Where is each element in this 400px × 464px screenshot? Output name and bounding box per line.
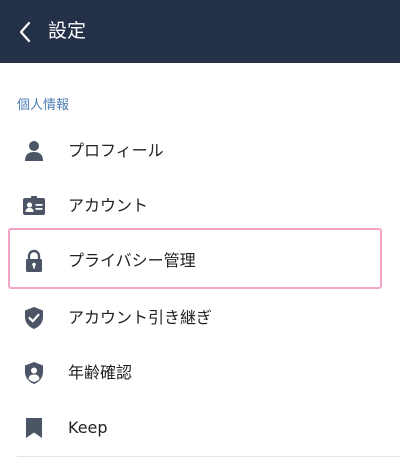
- settings-item-account-transfer[interactable]: アカウント引き継ぎ: [0, 290, 400, 346]
- settings-item-keep[interactable]: Keep: [0, 400, 400, 456]
- shield-person-icon: [21, 360, 47, 386]
- section-title: 個人情報: [17, 98, 70, 113]
- page-title: 設定: [48, 20, 87, 42]
- person-icon: [21, 138, 47, 164]
- settings-item-age-verification[interactable]: 年齢確認: [0, 345, 400, 401]
- shield-check-icon: [21, 305, 47, 331]
- settings-item-label: プライバシー管理: [68, 251, 196, 270]
- settings-item-label: Keep: [68, 418, 108, 437]
- lock-icon: [21, 248, 47, 274]
- chevron-left-icon: [19, 21, 31, 43]
- divider: [17, 456, 400, 457]
- settings-item-privacy[interactable]: プライバシー管理: [0, 233, 400, 289]
- id-card-icon: [21, 193, 47, 219]
- settings-item-label: プロフィール: [68, 141, 164, 160]
- settings-item-account[interactable]: アカウント: [0, 178, 400, 234]
- settings-item-label: アカウント: [68, 196, 149, 215]
- settings-item-label: 年齢確認: [68, 363, 133, 382]
- settings-item-label: アカウント引き継ぎ: [68, 308, 213, 327]
- back-button[interactable]: [12, 18, 38, 46]
- bookmark-icon: [21, 415, 47, 441]
- settings-item-profile[interactable]: プロフィール: [0, 123, 400, 179]
- app-header: 設定: [0, 0, 400, 63]
